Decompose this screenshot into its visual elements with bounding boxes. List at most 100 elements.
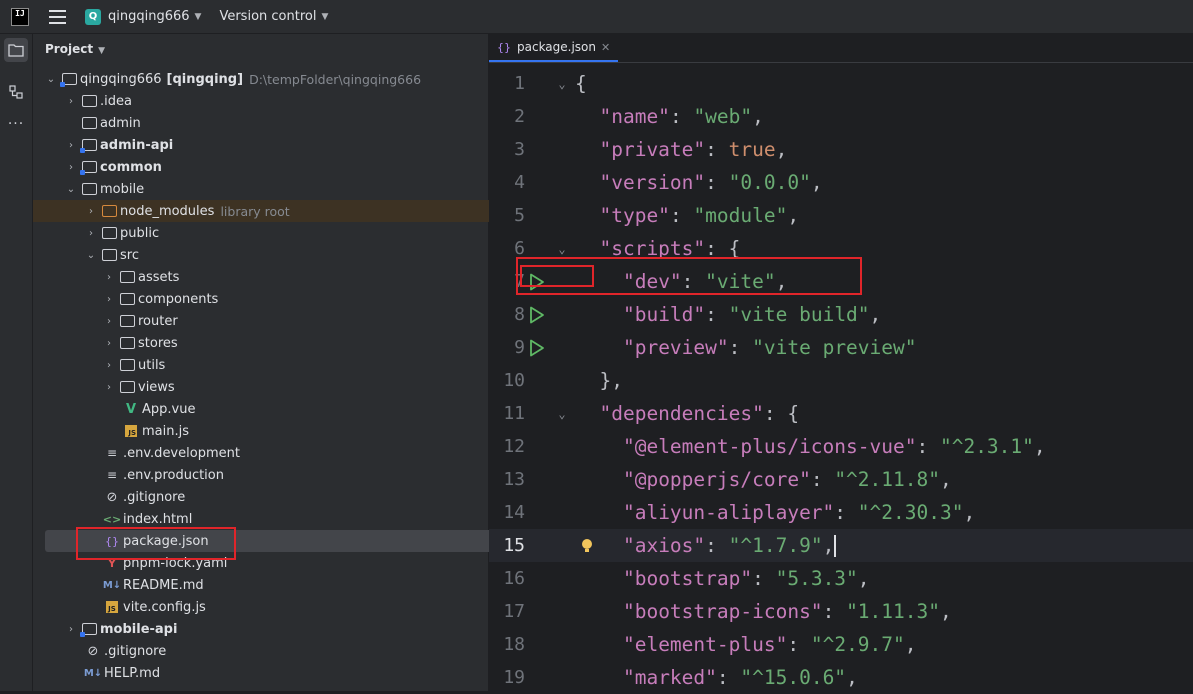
tree-item-index-html[interactable]: <> index.html xyxy=(33,508,555,530)
tree-item-readme[interactable]: M↓ README.md xyxy=(33,574,555,596)
structure-icon[interactable] xyxy=(4,80,28,104)
tree-item-mobile-api[interactable]: › mobile-api xyxy=(33,618,520,640)
code-line[interactable]: 8 "build": "vite build", xyxy=(489,298,1193,331)
version-control-menu[interactable]: Version control xyxy=(219,9,316,24)
code-line[interactable]: 19 "marked": "^15.0.6", xyxy=(489,661,1193,694)
more-icon[interactable]: ··· xyxy=(4,112,28,136)
chevron-right-icon[interactable]: › xyxy=(85,228,97,239)
run-script-icon[interactable] xyxy=(527,304,547,326)
chevron-down-icon[interactable]: ▼ xyxy=(321,12,328,22)
tree-item-label: admin xyxy=(100,115,141,131)
code-line[interactable]: 7 "dev": "vite", xyxy=(489,265,1193,298)
run-script-icon[interactable] xyxy=(527,271,547,293)
chevron-right-icon[interactable]: › xyxy=(85,206,97,217)
tree-item-components[interactable]: › components xyxy=(33,288,558,310)
tree-item-label: README.md xyxy=(123,577,204,593)
line-number: 4 xyxy=(514,172,525,193)
code-line[interactable]: 3 "private": true, xyxy=(489,133,1193,166)
tree-item-views[interactable]: › views xyxy=(33,376,558,398)
tree-item-common[interactable]: › common xyxy=(33,156,520,178)
code-line[interactable]: 17 "bootstrap-icons": "1.11.3", xyxy=(489,595,1193,628)
fold-icon[interactable]: ⌄ xyxy=(555,77,569,91)
tree-item-stores[interactable]: › stores xyxy=(33,332,558,354)
line-number: 13 xyxy=(503,469,525,490)
tree-item-admin-api[interactable]: › admin-api xyxy=(33,134,520,156)
chevron-down-icon[interactable]: ▼ xyxy=(98,46,105,56)
project-badge-icon[interactable]: Q xyxy=(85,8,101,25)
chevron-down-icon[interactable]: ⌄ xyxy=(85,250,97,261)
chevron-right-icon[interactable]: › xyxy=(65,162,77,173)
project-panel-header[interactable]: Project ▼ xyxy=(45,42,105,56)
tree-item-src[interactable]: ⌄ src xyxy=(33,244,540,266)
code-line[interactable]: 2 "name": "web", xyxy=(489,100,1193,133)
chevron-right-icon[interactable]: › xyxy=(65,624,77,635)
chevron-down-icon[interactable]: ▼ xyxy=(195,12,202,22)
chevron-right-icon[interactable]: › xyxy=(103,272,115,283)
tree-item-root[interactable]: ⌄ qingqing666 [qingqing] D:\tempFolder\q… xyxy=(33,68,500,90)
tree-item-label: package.json xyxy=(123,533,209,549)
project-folder-icon[interactable] xyxy=(4,38,28,62)
code-text: "dependencies": { xyxy=(599,402,800,425)
project-switcher[interactable]: qingqing666 xyxy=(108,9,190,24)
tree-item-root-gitignore[interactable]: ⊘ .gitignore xyxy=(33,640,536,662)
code-line[interactable]: 5 "type": "module", xyxy=(489,199,1193,232)
chevron-right-icon[interactable]: › xyxy=(65,96,77,107)
code-line[interactable]: 16 "bootstrap": "5.3.3", xyxy=(489,562,1193,595)
code-line[interactable]: 4 "version": "0.0.0", xyxy=(489,166,1193,199)
close-icon[interactable]: ✕ xyxy=(601,41,610,54)
tree-item-idea[interactable]: › .idea xyxy=(33,90,520,112)
code-text: "build": "vite build", xyxy=(622,303,882,326)
folder-icon xyxy=(119,291,135,307)
tree-item-node-modules[interactable]: › node_modules library root xyxy=(33,200,540,222)
ignore-file-icon: ⊘ xyxy=(106,489,118,505)
chevron-right-icon[interactable]: › xyxy=(103,382,115,393)
tree-item-label: main.js xyxy=(142,423,189,439)
tree-item-label: router xyxy=(138,313,178,329)
tree-item-env-production[interactable]: ≡ .env.production xyxy=(33,464,555,486)
main-menu-icon[interactable] xyxy=(49,9,67,24)
tree-item-admin[interactable]: admin xyxy=(33,112,520,134)
tree-item-gitignore[interactable]: ⊘ .gitignore xyxy=(33,486,555,508)
chevron-down-icon[interactable]: ⌄ xyxy=(45,74,57,85)
chevron-right-icon[interactable]: › xyxy=(103,338,115,349)
chevron-right-icon[interactable]: › xyxy=(103,360,115,371)
tree-item-utils[interactable]: › utils xyxy=(33,354,558,376)
code-line[interactable]: 11 ⌄ "dependencies": { xyxy=(489,397,1193,430)
code-line[interactable]: 9 "preview": "vite preview" xyxy=(489,331,1193,364)
project-panel: Project ▼ ⌄ qingqing666 [qingqing] D:\tem… xyxy=(33,34,540,691)
code-line-current[interactable]: 15 "axios": "^1.7.9", xyxy=(489,529,1193,562)
fold-icon[interactable]: ⌄ xyxy=(555,407,569,421)
code-text: "type": "module", xyxy=(599,204,800,227)
tab-package-json[interactable]: {} package.json ✕ xyxy=(489,34,619,62)
code-line[interactable]: 10 }, xyxy=(489,364,1193,397)
code-line[interactable]: 14 "aliyun-aliplayer": "^2.30.3", xyxy=(489,496,1193,529)
tree-item-help-md[interactable]: M↓ HELP.md xyxy=(33,662,536,684)
tree-item-vite-config[interactable]: JS vite.config.js xyxy=(33,596,555,618)
tree-item-env-development[interactable]: ≡ .env.development xyxy=(33,442,555,464)
run-script-icon[interactable] xyxy=(527,337,547,359)
tree-item-label: .idea xyxy=(100,93,132,109)
tree-item-router[interactable]: › router xyxy=(33,310,558,332)
tree-item-pnpm-lock[interactable]: Y pnpm-lock.yaml xyxy=(33,552,555,574)
tree-item-label: App.vue xyxy=(142,401,196,417)
code-line[interactable]: 1 ⌄ { xyxy=(489,67,1193,100)
tree-item-mobile[interactable]: ⌄ mobile xyxy=(33,178,520,200)
code-line[interactable]: 13 "@popperjs/core": "^2.11.8", xyxy=(489,463,1193,496)
tree-item-assets[interactable]: › assets xyxy=(33,266,558,288)
code-line[interactable]: 18 "element-plus": "^2.9.7", xyxy=(489,628,1193,661)
code-line[interactable]: 6 ⌄ "scripts": { xyxy=(489,232,1193,265)
code-line[interactable]: 12 "@element-plus/icons-vue": "^2.3.1", xyxy=(489,430,1193,463)
tree-item-public[interactable]: › public xyxy=(33,222,540,244)
line-number: 11 xyxy=(503,403,525,424)
fold-icon[interactable]: ⌄ xyxy=(555,242,569,256)
intellij-logo-icon[interactable]: IJ xyxy=(11,7,29,26)
yaml-file-icon: Y xyxy=(108,556,116,570)
chevron-right-icon[interactable]: › xyxy=(65,140,77,151)
tree-item-label: .env.development xyxy=(123,445,240,461)
folder-icon xyxy=(81,115,97,131)
chevron-right-icon[interactable]: › xyxy=(103,294,115,305)
tree-item-package-json[interactable]: {} package.json xyxy=(45,530,530,552)
chevron-right-icon[interactable]: › xyxy=(103,316,115,327)
line-number: 1 xyxy=(514,73,525,94)
chevron-down-icon[interactable]: ⌄ xyxy=(65,184,77,195)
